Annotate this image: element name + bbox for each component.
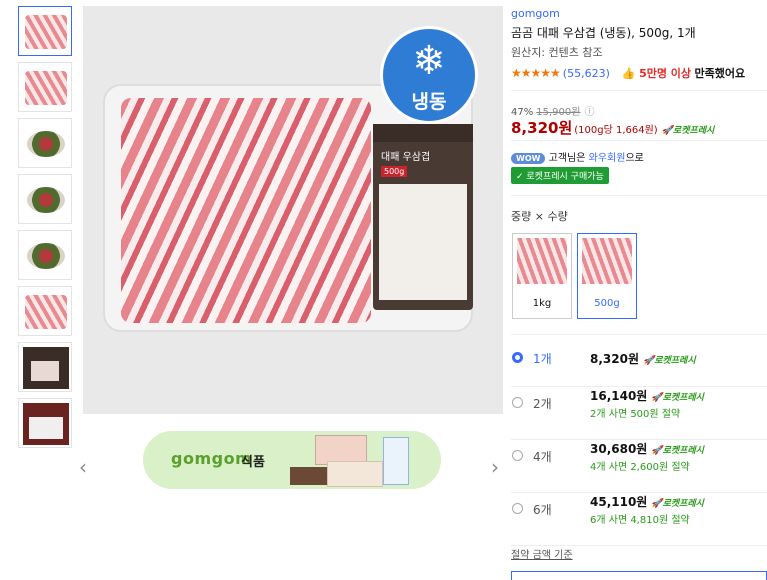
snowflake-icon: ❄ [412,38,446,84]
quantity-count: 4개 [533,450,552,464]
quantity-saving: 2개 사면 500원 절약 [590,409,681,420]
quantity-radio[interactable] [512,397,523,408]
satisfaction-highlight: 5만명 이상 [639,67,692,80]
quantity-price: 8,320원 [590,352,639,366]
thumbnail-4[interactable] [18,174,72,224]
thumbnail-image [25,295,67,329]
thumbnail-image [27,187,65,213]
thumbnail-6[interactable] [18,286,72,336]
banner-category: 식품 [241,455,265,470]
main-product-image[interactable]: 대패 우삼겹 500g ❄ 냉동 [83,6,503,414]
next-section-box [511,571,767,580]
unit-price: (100g당 1,664원) [574,125,658,136]
next-arrow-icon[interactable]: › [491,457,499,477]
brand-link[interactable]: gomgom [511,7,560,20]
divider [511,195,767,196]
wow-text-suffix: 으로 [625,153,644,164]
thumbnail-image [23,347,69,389]
quantity-price-row: 8,320원 🚀로켓프레시 [590,350,696,367]
package-label-sheet [379,184,467,300]
quantity-price-row: 16,140원 🚀로켓프레시 [590,387,704,404]
rocket-fresh-purchase-badge: ✓ 로켓프레시 구매가능 [511,167,609,184]
weight-option-500g[interactable]: 500g [577,233,637,319]
sale-price: 8,320원 [511,119,573,137]
weight-option-label: 1kg [532,298,552,309]
package-label-header [373,124,473,142]
option-label: 중량 × 수량 [511,210,568,223]
wow-badge: WOW [511,153,546,164]
brand-banner[interactable]: gomgom 식품 [143,431,441,489]
product-origin: 원산지: 컨텐츠 참조 [511,46,603,59]
rating-stars: ★★★★★ [511,66,561,80]
banner-product-image [383,437,409,485]
thumbnail-list [18,6,72,454]
review-count-link[interactable]: (55,623) [563,67,610,80]
quantity-price-row: 45,110원 🚀로켓프레시 [590,493,704,510]
frozen-badge-text: 냉동 [411,91,447,113]
frozen-badge: ❄ 냉동 [380,26,478,124]
discount-row: 47% 15,900원 ⓘ [511,103,594,118]
thumbnail-2[interactable] [18,62,72,112]
rocket-fresh-badge: 🚀로켓프레시 [661,126,715,136]
wow-member-row: WOW 고객님은 와우회원으로 [511,149,644,164]
quantity-price-row: 30,680원 🚀로켓프레시 [590,440,704,457]
price-row: 8,320원 (100g당 1,664원) 🚀로켓프레시 [511,117,714,138]
wow-member-link[interactable]: 와우회원 [589,153,626,164]
package-label-weight: 500g [381,166,408,177]
thumbnail-image [27,131,65,157]
thumbnail-image [27,243,65,269]
rating-row: ★★★★★ (55,623) 👍 5만명 이상 만족했어요 [511,65,745,81]
prev-arrow-icon[interactable]: ‹ [79,457,87,477]
meat-slices [121,98,371,323]
package-label-name: 대패 우삼겹 [381,152,431,163]
quantity-count: 1개 [533,352,552,366]
wow-text-prefix: 고객님은 [548,153,589,164]
thumbnail-image [25,71,67,105]
rocket-fresh-badge: 🚀로켓프레시 [651,393,704,403]
quantity-option-4[interactable]: 4개 30,680원 🚀로켓프레시 4개 사면 2,600원 절약 [511,440,767,493]
weight-option-1kg[interactable]: 1kg [512,233,572,319]
thumbs-up-icon: 👍 [621,67,636,80]
rocket-fresh-badge: 🚀로켓프레시 [651,499,704,509]
thumbnail-3[interactable] [18,118,72,168]
quantity-saving: 4개 사면 2,600원 절약 [590,462,690,473]
divider [511,140,767,141]
satisfaction-text: 만족했어요 [694,67,746,80]
quantity-radio[interactable] [512,450,523,461]
weight-option-image [582,238,632,284]
thumbnail-8[interactable] [18,398,72,448]
quantity-price: 16,140원 [590,389,648,403]
quantity-option-1[interactable]: 1개 8,320원 🚀로켓프레시 [511,334,767,387]
thumbnail-1[interactable] [18,6,72,56]
divider [511,90,767,91]
banner-product-image [327,461,383,487]
quantity-radio[interactable] [512,503,523,514]
quantity-saving: 6개 사면 4,810원 절약 [590,515,690,526]
weight-option-label: 500g [594,298,620,309]
product-title: 곰곰 대패 우삼겹 (냉동), 500g, 1개 [511,26,696,40]
weight-option-image [517,238,567,284]
rocket-fresh-badge: 🚀로켓프레시 [643,356,696,366]
quantity-radio[interactable] [512,352,523,363]
quantity-option-6[interactable]: 6개 45,110원 🚀로켓프레시 6개 사면 4,810원 절약 [511,493,767,546]
saving-criteria-link[interactable]: 절약 금액 기준 [511,546,573,561]
quantity-count: 6개 [533,503,552,517]
thumbnail-image [25,15,67,49]
quantity-option-2[interactable]: 2개 16,140원 🚀로켓프레시 2개 사면 500원 절약 [511,387,767,440]
thumbnail-5[interactable] [18,230,72,280]
quantity-price: 45,110원 [590,495,648,509]
thumbnail-7[interactable] [18,342,72,392]
rocket-fresh-badge: 🚀로켓프레시 [651,446,704,456]
quantity-count: 2개 [533,397,552,411]
package-label: 대패 우삼겹 500g [373,124,473,310]
thumbnail-image [23,403,69,445]
product-info-panel: gomgom 곰곰 대패 우삼겹 (냉동), 500g, 1개 원산지: 컨텐츠… [511,0,767,580]
quantity-price: 30,680원 [590,442,648,456]
